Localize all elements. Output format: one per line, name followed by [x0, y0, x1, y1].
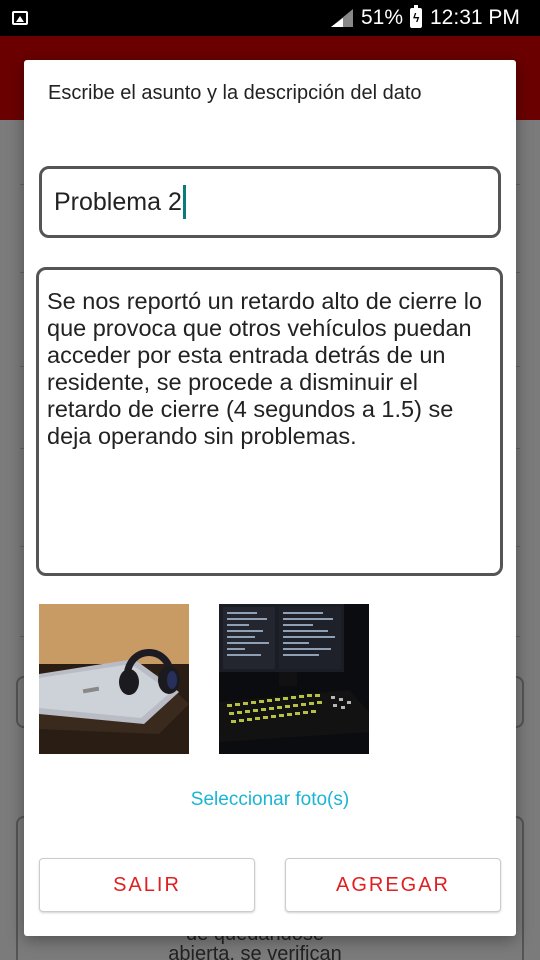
- signal-icon: [331, 9, 353, 27]
- monitor-keyboard-image: [219, 604, 369, 754]
- text-cursor: [182, 185, 186, 219]
- laptop-headphones-image: [39, 604, 189, 754]
- subject-input[interactable]: Problema 2: [39, 166, 501, 238]
- add-data-dialog: Escribe el asunto y la descripción del d…: [24, 60, 516, 936]
- select-photos-link[interactable]: Seleccionar foto(s): [24, 788, 516, 812]
- description-value: Se nos reportó un retardo alto de cierre…: [47, 288, 483, 449]
- dialog-title: Escribe el asunto y la descripción del d…: [48, 82, 422, 104]
- exit-button[interactable]: SALIR: [39, 858, 255, 912]
- monitor-keyboard-photo[interactable]: [219, 604, 369, 754]
- image-notification-icon: [12, 11, 28, 25]
- battery-percent: 51%: [361, 6, 404, 29]
- status-bar: 51% ϟ 12:31 PM: [0, 0, 540, 36]
- battery-charging-icon: ϟ: [410, 5, 422, 28]
- add-button[interactable]: AGREGAR: [285, 858, 501, 912]
- subject-value: Problema 2: [54, 187, 182, 216]
- laptop-headphones-photo[interactable]: [39, 604, 189, 754]
- description-input[interactable]: Se nos reportó un retardo alto de cierre…: [36, 267, 503, 576]
- clock: 12:31 PM: [430, 6, 520, 29]
